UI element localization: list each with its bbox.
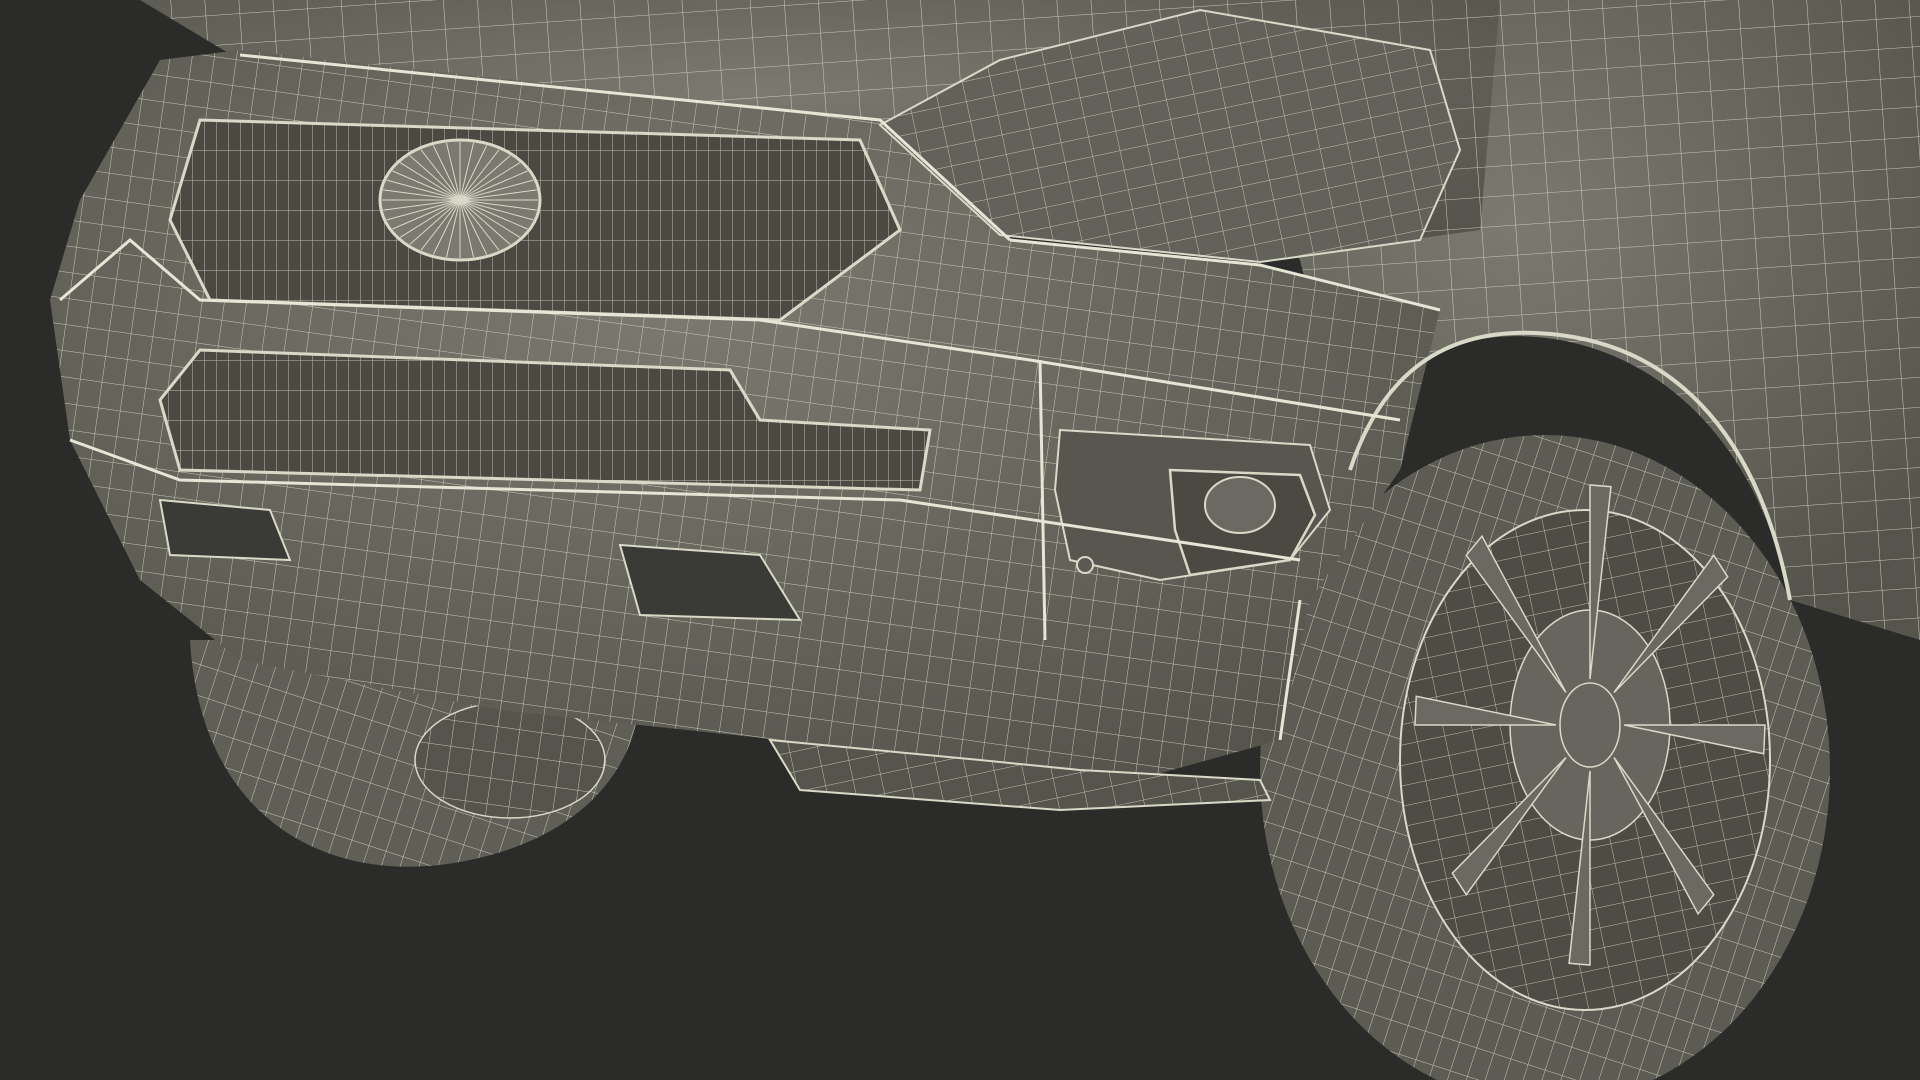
render-viewport [0,0,1920,1080]
parking-sensor [1076,556,1094,574]
wireframe-vehicle-render [0,0,1920,1080]
